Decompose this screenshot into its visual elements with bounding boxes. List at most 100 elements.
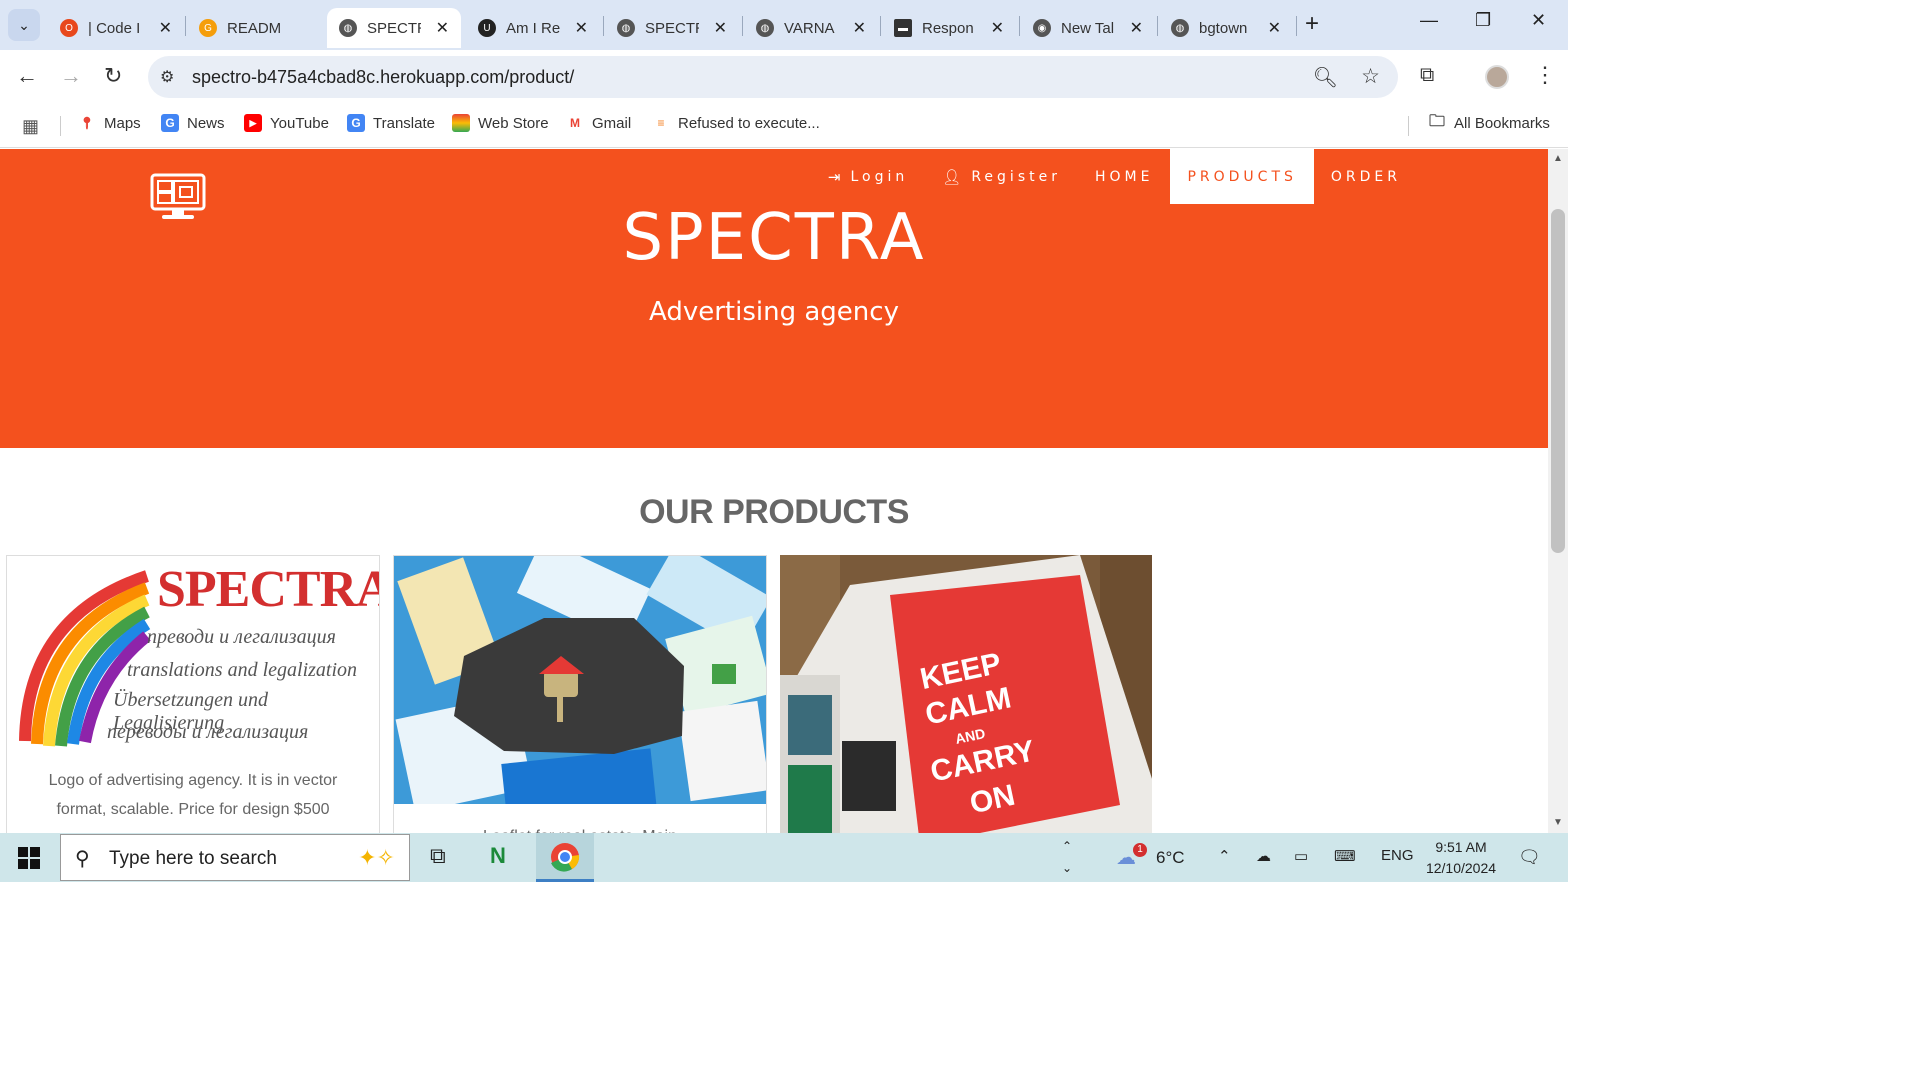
notifications-icon[interactable]: 🗨: [1518, 847, 1541, 868]
tab-label: Am I Re: [506, 19, 560, 37]
tab-1[interactable]: O | Code I ✕: [48, 8, 184, 48]
bookmark-news[interactable]: G News: [161, 114, 225, 132]
onedrive-icon[interactable]: ☁: [1256, 847, 1271, 865]
nav-register[interactable]: 👤︎ Register: [925, 149, 1078, 204]
product-card-2[interactable]: Leaflet for real estate. Main: [393, 555, 767, 833]
back-button[interactable]: ←: [16, 64, 38, 88]
close-icon[interactable]: ✕: [1268, 18, 1281, 38]
address-bar[interactable]: ⚙ spectro-b475a4cbad8c.herokuapp.com/pro…: [148, 56, 1398, 98]
tab-label: bgtown: [1199, 19, 1248, 37]
webstore-icon: [452, 114, 470, 132]
new-tab-button[interactable]: +: [1305, 12, 1319, 36]
hero-section: ⇥ Login 👤︎ Register HOME PRODUCTS ORDER SP…: [0, 149, 1548, 448]
product-card-1[interactable]: SPECTRA преводи и легализация translatio…: [6, 555, 380, 833]
tab-9[interactable]: ◍ bgtown ✕: [1159, 8, 1293, 48]
tab-search-dropdown[interactable]: ⌄: [8, 9, 40, 41]
site-info-icon[interactable]: ⚙: [160, 67, 174, 87]
tab-label: VARNA: [784, 19, 835, 37]
taskbar-search[interactable]: ⚲ Type here to search ✦✧: [60, 834, 410, 881]
tab-5[interactable]: ◍ SPECTR ✕: [605, 8, 739, 48]
nav-order[interactable]: ORDER: [1314, 149, 1418, 204]
close-icon[interactable]: ✕: [1130, 18, 1143, 38]
weather-temp[interactable]: 6°C: [1156, 848, 1185, 868]
profile-avatar[interactable]: [1485, 65, 1509, 89]
bookmark-translate[interactable]: G Translate: [347, 114, 435, 132]
app-n-icon[interactable]: N: [490, 843, 506, 869]
section-title: OUR PRODUCTS: [639, 493, 909, 531]
apps-grid-icon[interactable]: ▦: [22, 116, 39, 137]
product-card-3[interactable]: KEEP CALM AND CARRY ON: [780, 555, 1154, 833]
nav-home[interactable]: HOME: [1078, 149, 1170, 204]
web-page: ⇥ Login 👤︎ Register HOME PRODUCTS ORDER SP…: [0, 149, 1548, 833]
scrollbar-thumb[interactable]: [1551, 209, 1565, 553]
scroll-up-icon[interactable]: ▲: [1553, 153, 1563, 164]
page-scrollbar[interactable]: ▲ ▼: [1548, 149, 1568, 833]
bookmark-star-icon[interactable]: ☆: [1361, 64, 1380, 89]
tab-label: | Code I: [88, 19, 141, 37]
keyboard-icon[interactable]: ⌨: [1334, 847, 1356, 865]
tab-2[interactable]: G READM: [187, 8, 323, 48]
chrome-taskbar-button[interactable]: [536, 833, 594, 882]
close-icon[interactable]: ✕: [575, 18, 588, 38]
restore-button[interactable]: ❐: [1475, 10, 1491, 31]
tray-scroll-icon[interactable]: ⌃ ⌄: [1062, 835, 1072, 879]
battery-icon[interactable]: ▭: [1294, 847, 1308, 865]
tab-6[interactable]: ◍ VARNA ✕: [744, 8, 878, 48]
system-clock[interactable]: 9:51 AM 12/10/2024: [1416, 837, 1506, 879]
search-placeholder: Type here to search: [109, 848, 277, 869]
reload-button[interactable]: ↻: [104, 64, 122, 88]
clock-date: 12/10/2024: [1425, 860, 1497, 876]
tab-strip: ⌄ O | Code I ✕ G READM ◍ SPECTR ✕ U Am I…: [0, 0, 1568, 50]
globe-icon: ◍: [617, 19, 635, 37]
scroll-down-icon[interactable]: ▼: [1553, 817, 1563, 828]
nav-login[interactable]: ⇥ Login: [811, 149, 925, 204]
globe-icon: ◍: [339, 19, 357, 37]
hero-title: SPECTRA: [622, 201, 926, 275]
bookmark-label: YouTube: [270, 114, 329, 132]
windows-start-icon[interactable]: [18, 847, 40, 869]
logo-wordmark: SPECTRA: [157, 561, 379, 618]
gitpod-icon: G: [199, 19, 217, 37]
tab-label: READM: [227, 19, 281, 37]
tab-7[interactable]: ▬ Respon ✕: [882, 8, 1016, 48]
product-description: Logo of advertising agency. It is in vec…: [48, 772, 338, 818]
bookmark-label: Web Store: [478, 114, 549, 132]
close-icon[interactable]: ✕: [991, 18, 1004, 38]
tray-expand-icon[interactable]: ⌃: [1218, 847, 1231, 865]
extensions-icon[interactable]: ⧉: [1420, 64, 1434, 87]
site-nav: ⇥ Login 👤︎ Register HOME PRODUCTS ORDER: [811, 149, 1418, 204]
close-icon[interactable]: ✕: [436, 18, 449, 38]
stackoverflow-icon: ≡: [657, 116, 665, 130]
close-icon[interactable]: ✕: [853, 18, 866, 38]
tab-8[interactable]: ◉ New Tal ✕: [1021, 8, 1155, 48]
tab-label: SPECTR: [367, 19, 421, 37]
language-indicator[interactable]: ENG: [1381, 847, 1414, 864]
bookmark-gmail[interactable]: M Gmail: [566, 114, 631, 132]
bookmark-maps[interactable]: 📍︎ Maps: [78, 114, 140, 132]
close-window-button[interactable]: ✕: [1531, 10, 1546, 31]
bookmark-youtube[interactable]: ▶ YouTube: [244, 114, 329, 132]
ui-dev-icon: U: [478, 19, 496, 37]
close-icon[interactable]: ✕: [714, 18, 727, 38]
globe-icon: ◍: [1171, 19, 1189, 37]
minimize-button[interactable]: —: [1420, 10, 1438, 31]
tab-4[interactable]: U Am I Re ✕: [466, 8, 600, 48]
product-image-keep-calm[interactable]: KEEP CALM AND CARRY ON: [780, 555, 1152, 833]
url-text[interactable]: spectro-b475a4cbad8c.herokuapp.com/produ…: [192, 67, 574, 88]
windows-taskbar: ⚲ Type here to search ✦✧ ⧉ N ⌃ ⌄ ☁ 1 6°C …: [0, 833, 1568, 882]
bookmark-refused[interactable]: ≡ Refused to execute...: [652, 114, 819, 132]
tab-3-active[interactable]: ◍ SPECTR ✕: [327, 8, 461, 48]
product-image-leaflets[interactable]: [394, 556, 766, 804]
all-bookmarks[interactable]: 🗀 All Bookmarks: [1428, 113, 1550, 132]
close-icon[interactable]: ✕: [159, 18, 172, 38]
all-bookmarks-label: All Bookmarks: [1454, 114, 1550, 132]
forward-button[interactable]: →: [60, 64, 82, 88]
zoom-icon[interactable]: 🔍︎: [1313, 65, 1338, 90]
nav-products[interactable]: PRODUCTS: [1170, 149, 1314, 204]
bookmark-webstore[interactable]: Web Store: [452, 114, 549, 132]
chrome-icon: [551, 843, 580, 872]
menu-icon[interactable]: ⋮: [1534, 62, 1556, 88]
bookmarks-bar: ▦ 📍︎ Maps G News ▶ YouTube G Translate W…: [0, 104, 1568, 148]
task-view-icon[interactable]: ⧉: [430, 843, 446, 869]
tab-label: New Tal: [1061, 19, 1115, 37]
